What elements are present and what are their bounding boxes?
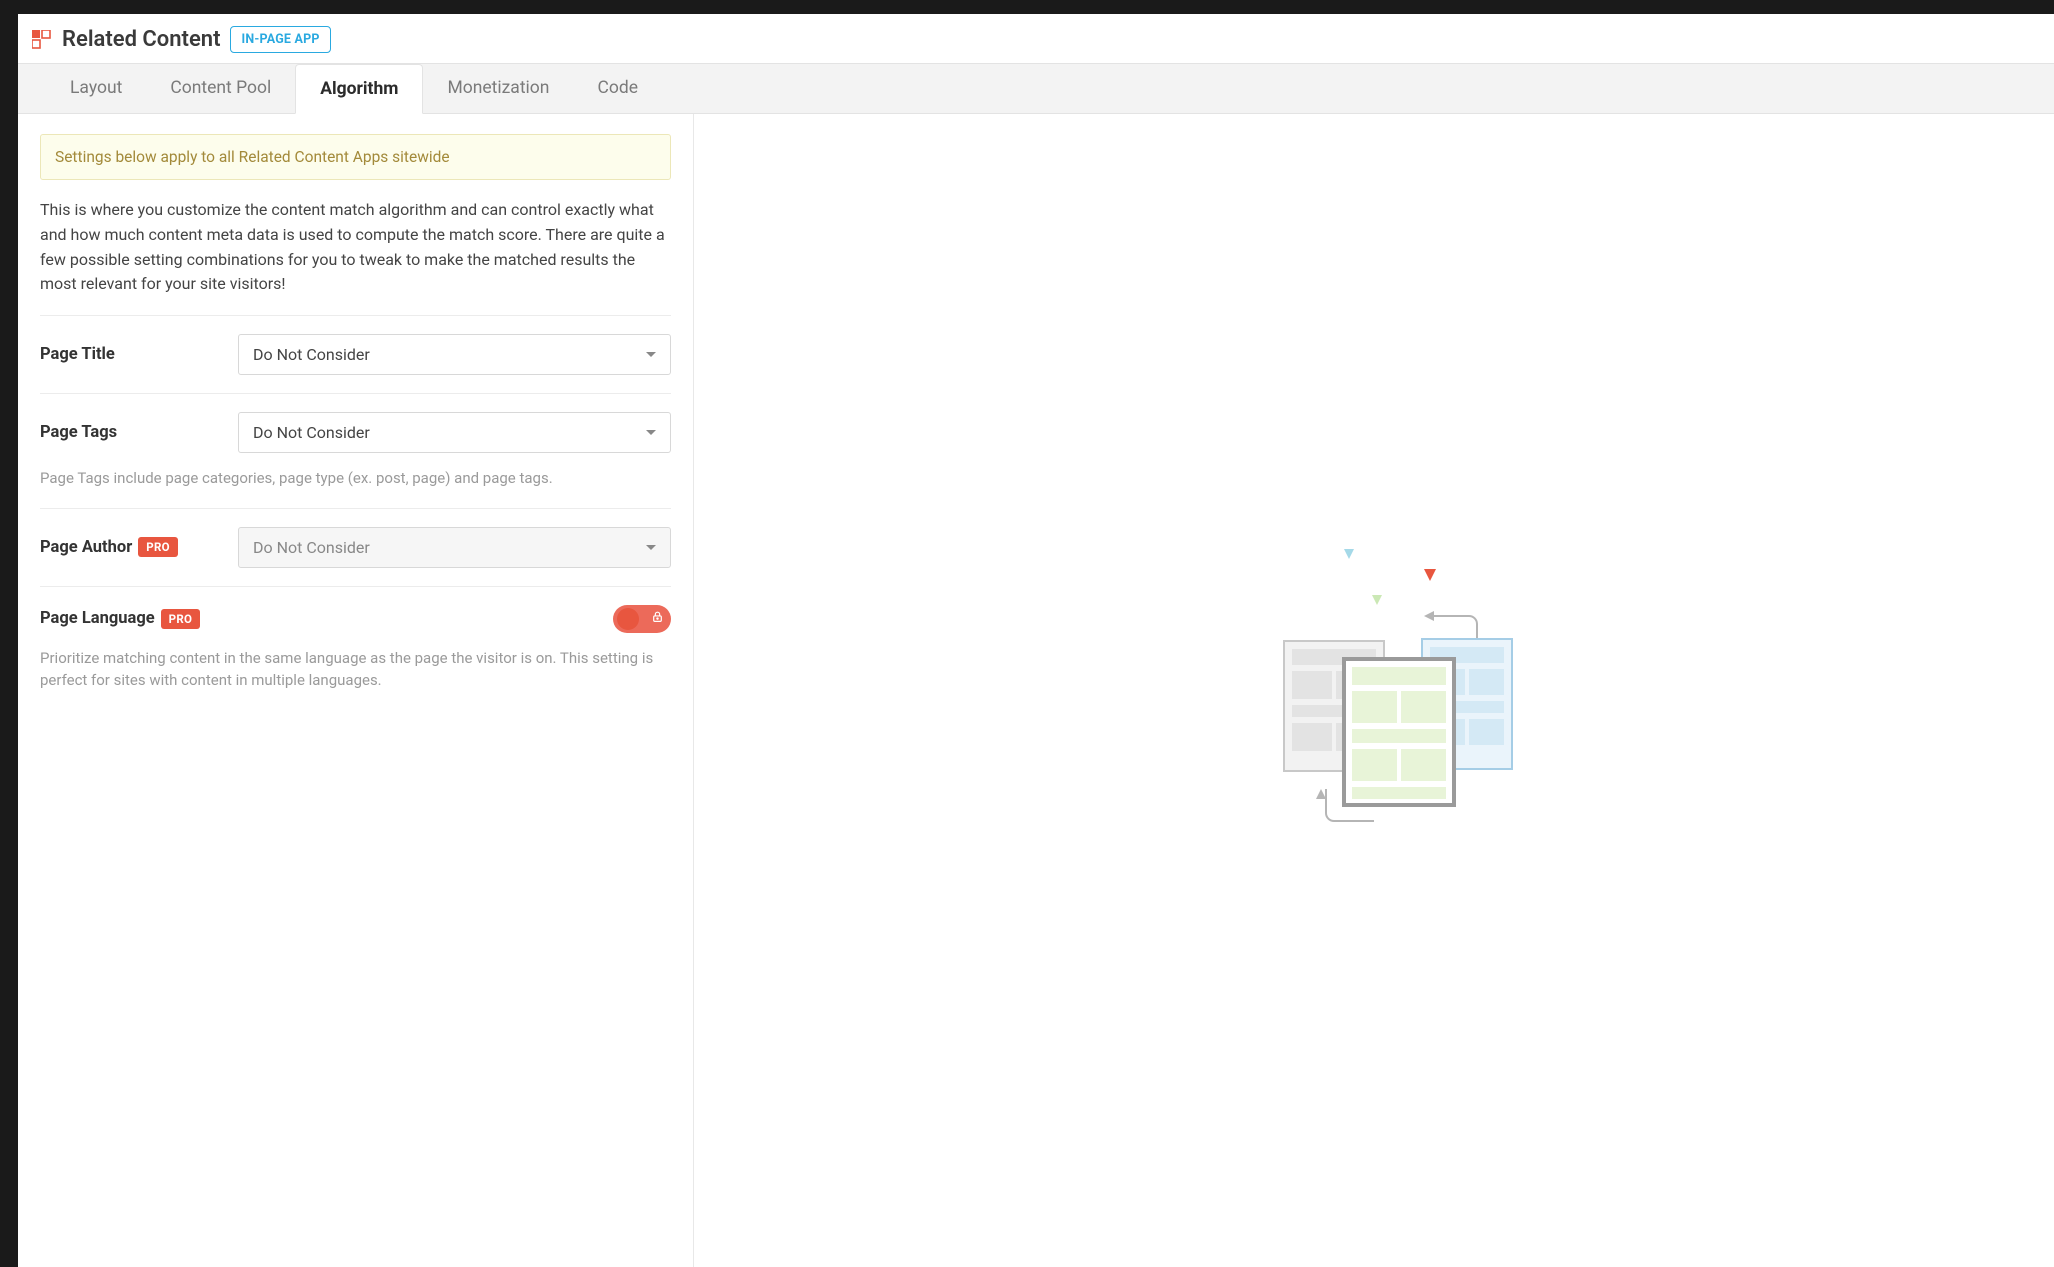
section-page-tags: Page Tags Do Not Consider Page Tags incl… [40, 393, 671, 508]
tab-layout[interactable]: Layout [46, 64, 146, 113]
layout-illustration [1224, 531, 1524, 851]
page-title: Related Content [62, 27, 220, 52]
label-page-language: Page Language PRO [40, 609, 238, 629]
select-page-title[interactable]: Do Not Consider [238, 334, 671, 375]
pro-badge: PRO [138, 537, 178, 557]
chevron-down-icon [646, 545, 656, 550]
tab-algorithm[interactable]: Algorithm [295, 64, 423, 114]
section-page-language: Page Language PRO [40, 586, 671, 710]
label-page-title: Page Title [40, 345, 238, 364]
tab-content-pool[interactable]: Content Pool [146, 64, 295, 113]
tab-code[interactable]: Code [573, 64, 662, 113]
in-page-app-badge: IN-PAGE APP [230, 26, 330, 53]
select-page-title-value: Do Not Consider [253, 345, 370, 364]
toggle-knob [617, 608, 639, 630]
settings-form: Settings below apply to all Related Cont… [18, 114, 694, 1267]
tab-monetization[interactable]: Monetization [423, 64, 573, 113]
chevron-down-icon [646, 430, 656, 435]
tabs: Layout Content Pool Algorithm Monetizati… [18, 64, 2054, 114]
related-content-icon [32, 30, 52, 50]
panel-header: Related Content IN-PAGE APP [18, 14, 2054, 64]
select-page-author[interactable]: Do Not Consider [238, 527, 671, 568]
intro-text: This is where you customize the content … [40, 198, 671, 297]
select-page-tags-value: Do Not Consider [253, 423, 370, 442]
sitewide-notice: Settings below apply to all Related Cont… [40, 134, 671, 180]
helper-page-language: Prioritize matching content in the same … [40, 647, 671, 692]
preview-pane [694, 114, 2054, 1267]
select-page-tags[interactable]: Do Not Consider [238, 412, 671, 453]
pro-badge: PRO [161, 609, 201, 629]
label-page-author: Page Author PRO [40, 537, 238, 557]
section-page-title: Page Title Do Not Consider [40, 315, 671, 393]
select-page-author-value: Do Not Consider [253, 538, 370, 557]
toggle-page-language[interactable] [613, 605, 671, 633]
helper-page-tags: Page Tags include page categories, page … [40, 467, 671, 490]
lock-icon [651, 610, 664, 627]
chevron-down-icon [646, 352, 656, 357]
label-page-tags: Page Tags [40, 423, 238, 442]
settings-panel: Related Content IN-PAGE APP Layout Conte… [18, 14, 2054, 1267]
section-page-author: Page Author PRO Do Not Consider [40, 508, 671, 586]
